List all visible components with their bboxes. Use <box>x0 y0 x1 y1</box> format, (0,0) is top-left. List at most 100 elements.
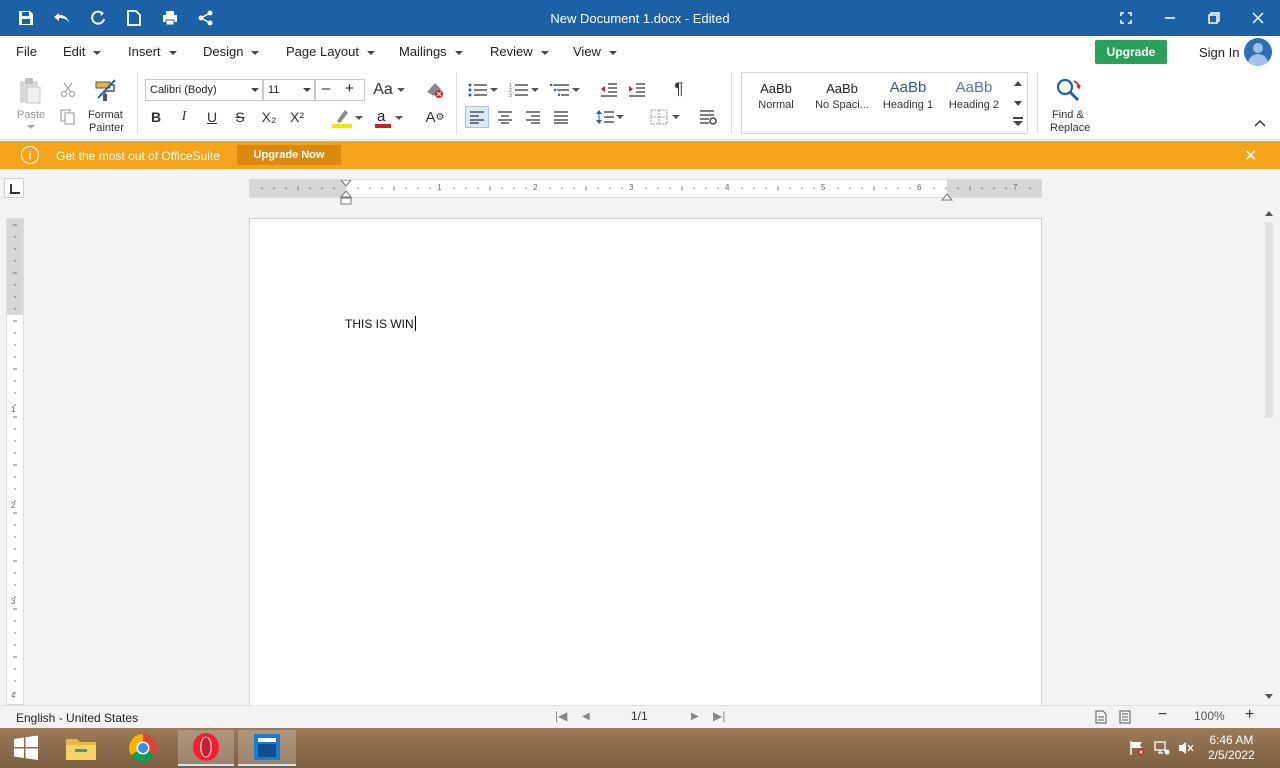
format-painter-icon[interactable] <box>92 77 120 105</box>
font-color-button[interactable]: a <box>370 107 406 129</box>
font-size-select[interactable]: 11 <box>263 79 315 101</box>
zoom-level[interactable]: 100% <box>1194 709 1225 723</box>
scroll-down-icon[interactable] <box>1265 694 1273 699</box>
borders-button[interactable] <box>646 106 684 128</box>
tab-stop-selector[interactable] <box>4 178 24 198</box>
align-left-button[interactable] <box>465 106 489 128</box>
styles-gallery: AaBb Normal AaBb No Spaci... AaBb Headin… <box>741 72 1028 134</box>
document-page[interactable] <box>249 218 1042 708</box>
subscript-button[interactable]: X₂ <box>258 107 280 127</box>
styles-scroll-down-icon[interactable] <box>1014 101 1022 106</box>
styles-scroll-up-icon[interactable] <box>1014 81 1022 86</box>
vertical-ruler[interactable]: 1 2 3 4 <box>6 218 24 705</box>
first-page-icon[interactable]: |◀ <box>555 709 567 723</box>
increase-font-size-icon[interactable]: + <box>345 79 354 99</box>
menu-mailings[interactable]: Mailings <box>399 44 463 59</box>
style-heading-2[interactable]: AaBb Heading 2 <box>942 79 1006 111</box>
copy-icon[interactable] <box>58 107 78 127</box>
paragraph-settings-icon[interactable] <box>697 106 719 128</box>
restore-icon[interactable] <box>1204 8 1224 28</box>
style-heading-1[interactable]: AaBb Heading 1 <box>876 79 940 111</box>
web-layout-icon[interactable] <box>1119 710 1131 727</box>
cut-icon[interactable] <box>58 80 78 100</box>
multilevel-list-button[interactable] <box>548 80 582 100</box>
title-bar: New Document 1.docx - Edited <box>0 0 1280 36</box>
language-status[interactable]: English - United States <box>16 711 138 725</box>
numbering-button[interactable]: 123 <box>507 80 541 100</box>
vertical-scrollbar[interactable] <box>1262 208 1274 705</box>
new-document-icon[interactable] <box>124 8 144 28</box>
officesuite-icon[interactable] <box>238 730 296 766</box>
justify-button[interactable] <box>549 106 573 128</box>
opera-icon[interactable] <box>178 730 234 766</box>
chrome-icon[interactable] <box>117 730 169 766</box>
close-icon[interactable] <box>1248 8 1268 28</box>
style-no-spacing[interactable]: AaBb No Spaci... <box>810 81 874 111</box>
page-indicator[interactable]: 1/1 <box>631 709 648 723</box>
styles-more-icon[interactable] <box>1013 117 1023 127</box>
menu-insert[interactable]: Insert <box>128 44 177 59</box>
menu-page-layout[interactable]: Page Layout <box>286 44 376 59</box>
right-indent-marker[interactable] <box>940 191 954 201</box>
previous-page-icon[interactable]: ◀ <box>582 711 590 722</box>
increase-indent-icon[interactable] <box>626 80 648 100</box>
zoom-in-icon[interactable]: + <box>1245 706 1254 724</box>
save-icon[interactable] <box>16 8 36 28</box>
scroll-up-icon[interactable] <box>1265 211 1273 216</box>
style-normal[interactable]: AaBb Normal <box>744 81 808 111</box>
decrease-indent-icon[interactable] <box>598 80 620 100</box>
windows-start-icon[interactable] <box>0 730 52 766</box>
menu-review[interactable]: Review <box>490 44 549 59</box>
first-line-indent-marker[interactable] <box>339 177 353 187</box>
collapse-ribbon-icon[interactable] <box>1253 117 1267 129</box>
highlight-color-button[interactable] <box>329 107 365 129</box>
share-icon[interactable] <box>196 8 216 28</box>
bold-button[interactable]: B <box>146 107 166 127</box>
action-center-flag-icon[interactable] <box>1129 740 1145 759</box>
horizontal-ruler[interactable]: 1 2 3 4 5 6 7 <box>249 177 1042 205</box>
bullets-button[interactable] <box>466 80 500 100</box>
menu-file[interactable]: File <box>16 44 37 59</box>
strikethrough-button[interactable]: S <box>230 107 250 127</box>
align-center-button[interactable] <box>493 106 517 128</box>
decrease-font-size-icon[interactable]: – <box>322 79 330 99</box>
upgrade-now-button[interactable]: Upgrade Now <box>237 145 341 165</box>
superscript-button[interactable]: X² <box>286 107 308 127</box>
sign-in-link[interactable]: Sign In <box>1199 45 1239 60</box>
print-layout-icon[interactable] <box>1095 710 1107 727</box>
last-page-icon[interactable]: ▶| <box>713 709 725 723</box>
clear-formatting-icon[interactable] <box>424 79 446 101</box>
text-styles-icon[interactable]: A ⚙ <box>424 106 446 128</box>
menu-edit[interactable]: Edit <box>63 44 102 59</box>
align-right-button[interactable] <box>521 106 545 128</box>
menu-design[interactable]: Design <box>203 44 260 59</box>
undo-icon[interactable] <box>52 8 72 28</box>
next-page-icon[interactable]: ▶ <box>691 711 699 722</box>
fullscreen-icon[interactable] <box>1116 8 1136 28</box>
system-clock[interactable]: 6:46 AM 2/5/2022 <box>1208 733 1255 763</box>
scrollbar-thumb[interactable] <box>1265 222 1273 418</box>
paste-options-caret[interactable] <box>26 124 36 130</box>
volume-muted-icon[interactable] <box>1178 740 1194 759</box>
close-notification-icon[interactable]: ✕ <box>1244 146 1257 166</box>
print-icon[interactable] <box>160 8 180 28</box>
avatar[interactable] <box>1244 38 1272 66</box>
redo-icon[interactable] <box>88 8 108 28</box>
zoom-out-icon[interactable]: − <box>1158 706 1167 724</box>
paste-button[interactable] <box>16 76 44 106</box>
file-explorer-icon[interactable] <box>55 730 107 766</box>
network-icon[interactable] <box>1154 740 1170 759</box>
upgrade-button[interactable]: Upgrade <box>1095 40 1167 64</box>
menu-view[interactable]: View <box>573 44 617 59</box>
document-text[interactable]: THIS IS WIN <box>345 316 416 331</box>
line-spacing-button[interactable] <box>592 106 628 128</box>
change-case-button[interactable]: Aa <box>371 80 407 100</box>
font-name-select[interactable]: Calibri (Body) <box>145 79 263 101</box>
show-formatting-marks-button[interactable]: ¶ <box>668 79 690 99</box>
left-indent-marker[interactable] <box>339 190 353 205</box>
italic-button[interactable]: I <box>174 107 194 127</box>
find-replace-icon[interactable] <box>1053 76 1083 104</box>
find-replace-label-2: Replace <box>1050 122 1091 134</box>
underline-button[interactable]: U <box>202 107 222 127</box>
minimize-icon[interactable] <box>1160 8 1180 28</box>
